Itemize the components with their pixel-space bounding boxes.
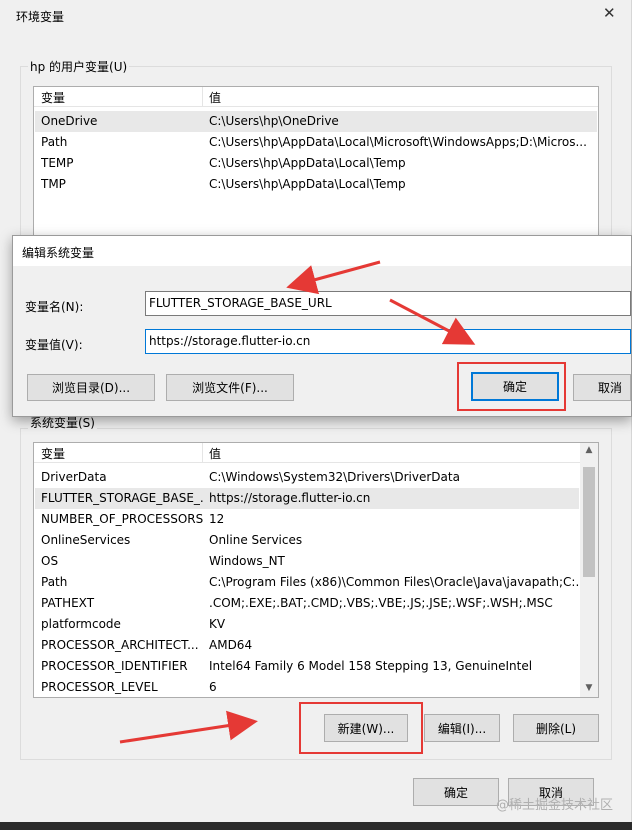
arrow-to-name-field <box>286 260 381 295</box>
arrow-to-ok-button <box>389 298 476 345</box>
annotation-arrows <box>119 260 476 744</box>
arrow-to-new-button <box>119 710 258 744</box>
